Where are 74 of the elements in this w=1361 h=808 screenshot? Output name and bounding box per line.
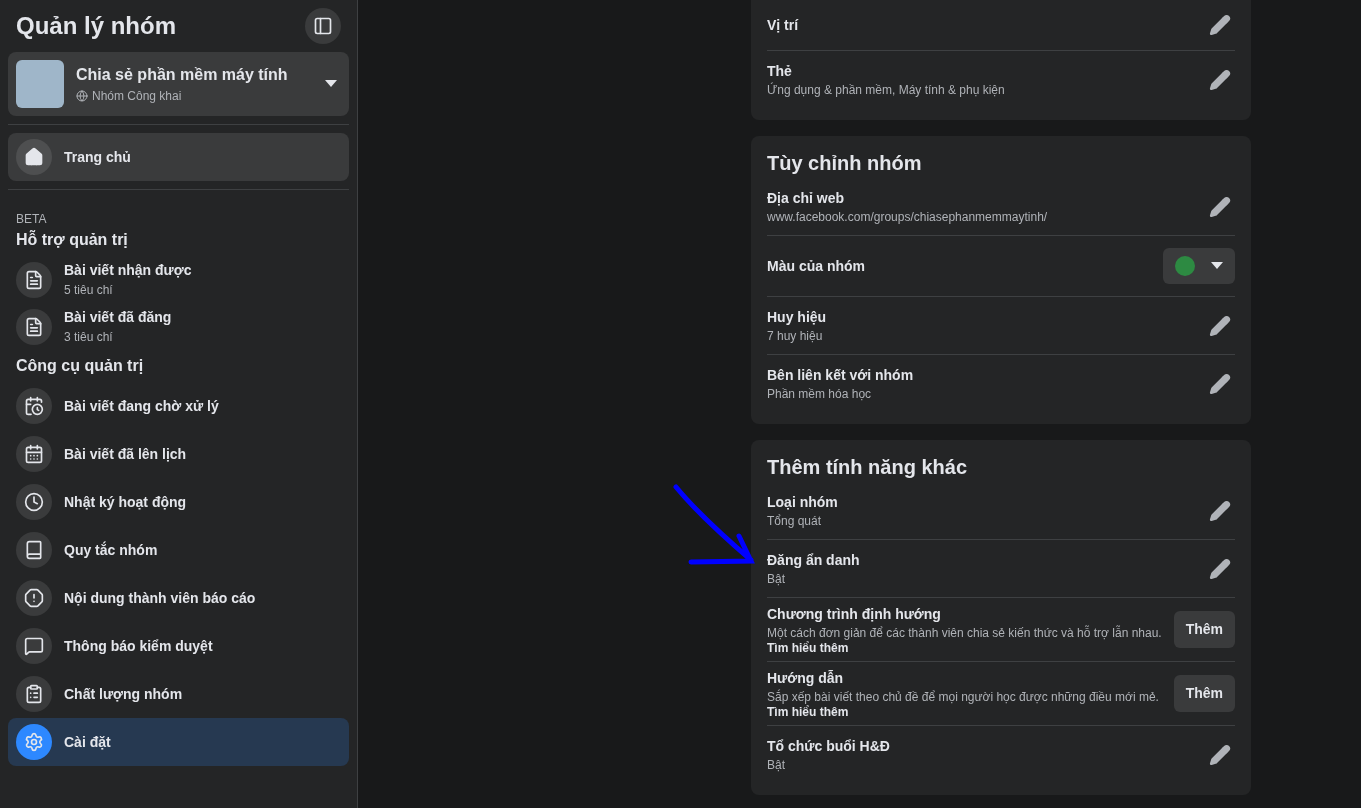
setting-label: Thẻ (767, 62, 793, 81)
beta-label: BETA (15, 211, 48, 228)
panel-toggle-icon[interactable] (305, 8, 341, 44)
learn-more-link[interactable]: Tìm hiểu thêm (767, 641, 1162, 655)
alert-icon (16, 580, 52, 616)
document-icon (16, 308, 52, 345)
calendar-icon (16, 436, 52, 472)
calendar-clock-icon (16, 388, 52, 424)
sidebar-item[interactable]: Nội dung thành viên báo cáo (8, 574, 349, 622)
sidebar-item[interactable]: Bài viết nhận được 5 tiêu chí (8, 256, 349, 303)
group-privacy: Nhóm Công khai (92, 88, 182, 105)
globe-icon (76, 90, 88, 102)
sidebar-item[interactable]: Nhật ký hoạt động (8, 478, 349, 526)
sidebar-item[interactable]: Bài viết đang chờ xử lý (8, 382, 349, 430)
item-label: Bài viết nhận được (64, 261, 192, 280)
setting-label: Đăng ẩn danh (767, 551, 860, 570)
setting-value: Bật (767, 571, 786, 587)
sidebar-item[interactable]: Quy tắc nhóm (8, 526, 349, 574)
sidebar-item[interactable]: Thông báo kiểm duyệt (8, 622, 349, 670)
item-label: Thông báo kiểm duyệt (64, 636, 213, 656)
item-label: Cài đặt (64, 732, 111, 752)
sidebar-item[interactable]: Cài đặt (8, 718, 349, 766)
card-title: Tùy chỉnh nhóm (767, 151, 923, 176)
setting-value: Một cách đơn giản để các thành viên chia sẻ kiến thức và hỗ trợ lẫn nhau. (767, 625, 1162, 641)
sidebar-title: Quản lý nhóm (16, 11, 176, 41)
setting-value: Ứng dụng & phần mềm, Máy tính & phụ kiện (767, 82, 1005, 98)
item-subtitle: 3 tiêu chí (64, 329, 114, 346)
settings-icon (16, 724, 52, 760)
setting-label: Vị trí (767, 15, 799, 35)
sidebar-item[interactable]: Bài viết đã lên lịch (8, 430, 349, 478)
setting-label: Chương trình định hướng (767, 605, 942, 624)
setting-label: Tổ chức buổi H&Đ (767, 737, 890, 756)
setting-label: Địa chỉ web (767, 189, 846, 208)
setting-value: Tổng quát (767, 513, 823, 529)
add-button[interactable]: Thêm (1173, 611, 1235, 648)
caret-icon (325, 80, 337, 88)
setting-label: Bên liên kết với nhóm (767, 366, 914, 385)
setting-label: Hướng dẫn (767, 669, 845, 688)
item-label: Nhật ký hoạt động (64, 492, 187, 512)
sidebar-item[interactable]: Bài viết đã đăng 3 tiêu chí (8, 303, 349, 350)
item-label: Bài viết đã lên lịch (64, 444, 187, 464)
group-switcher[interactable]: Chia sẻ phần mềm máy tính Nhóm Công khai (8, 52, 349, 116)
book-icon (16, 532, 52, 568)
item-label: Nội dung thành viên báo cáo (64, 588, 256, 608)
item-label: Bài viết đã đăng (64, 308, 172, 327)
section-title: Hỗ trợ quản trị (15, 229, 129, 250)
setting-value: Sắp xếp bài viết theo chủ đề để mọi người học được những điều mới mẻ. (767, 689, 1159, 705)
item-label: Chất lượng nhóm (64, 684, 183, 704)
setting-value: 7 huy hiệu (767, 328, 824, 344)
group-photo-placeholder (16, 60, 64, 108)
color-dropdown[interactable] (1163, 248, 1235, 284)
item-label: Bài viết đang chờ xử lý (64, 396, 219, 416)
setting-label: Loại nhóm (767, 493, 838, 512)
setting-value: Bật (767, 757, 786, 773)
group-name: Chia sẻ phần mềm máy tính (76, 65, 289, 85)
caret-icon (1211, 262, 1223, 270)
section-title: Công cụ quản trị (15, 356, 145, 376)
setting-label: Huy hiệu (767, 308, 827, 327)
clipboard-icon (16, 676, 52, 712)
setting-value: Phần mềm hóa học (767, 386, 873, 402)
item-label: Trang chủ (64, 147, 131, 167)
home-icon (16, 139, 52, 175)
item-label: Quy tắc nhóm (64, 540, 158, 560)
clock-icon (16, 484, 52, 520)
item-subtitle: 5 tiêu chí (64, 282, 114, 299)
card-title: Thêm tính năng khác (767, 455, 969, 480)
sidebar-item[interactable]: Chất lượng nhóm (8, 670, 349, 718)
setting-label: Màu của nhóm (767, 256, 865, 276)
speech-bubble-icon (16, 628, 52, 664)
add-button[interactable]: Thêm (1173, 675, 1235, 712)
learn-more-link[interactable]: Tìm hiểu thêm (767, 705, 1159, 719)
setting-value: www.facebook.com/groups/chiasephanmemmaytinh/ (767, 209, 1048, 225)
sidebar-item[interactable]: Trang chủ (8, 133, 349, 181)
document-icon (16, 261, 52, 298)
